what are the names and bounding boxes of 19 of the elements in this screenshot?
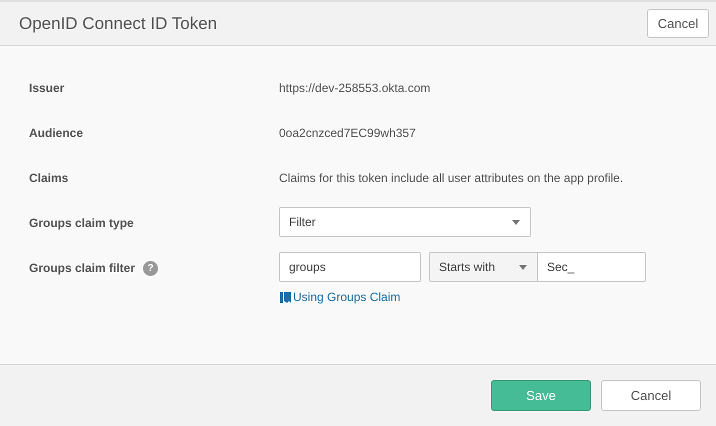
field-label: Audience bbox=[29, 126, 84, 140]
window-title: OpenID Connect ID Token bbox=[19, 14, 218, 34]
help-link[interactable]: Using Groups Claim bbox=[293, 290, 400, 304]
filter-value-input[interactable]: Sec_ bbox=[538, 252, 646, 282]
cancel-button[interactable]: Cancel bbox=[601, 380, 701, 411]
caret-icon bbox=[519, 264, 527, 270]
book-icon bbox=[279, 290, 292, 304]
field-value: https://dev-258553.okta.com bbox=[279, 80, 430, 97]
field-label: Groups claim type bbox=[29, 216, 134, 230]
claim-name-input[interactable]: groups bbox=[279, 252, 421, 282]
field-label: Issuer bbox=[29, 81, 64, 95]
operator-select[interactable]: Starts with bbox=[429, 252, 538, 282]
caret-icon bbox=[512, 220, 520, 224]
field-label: Claims bbox=[29, 171, 68, 185]
field-label: Groups claim filter bbox=[29, 261, 136, 275]
field-value: Claims for this token include all user attributes on the app profile. bbox=[279, 170, 624, 187]
claim-type-select[interactable]: Filter bbox=[279, 207, 531, 237]
field-value: 0oa2cnzced7EC99wh357 bbox=[279, 125, 416, 142]
cancel-button[interactable]: Cancel bbox=[647, 9, 709, 38]
